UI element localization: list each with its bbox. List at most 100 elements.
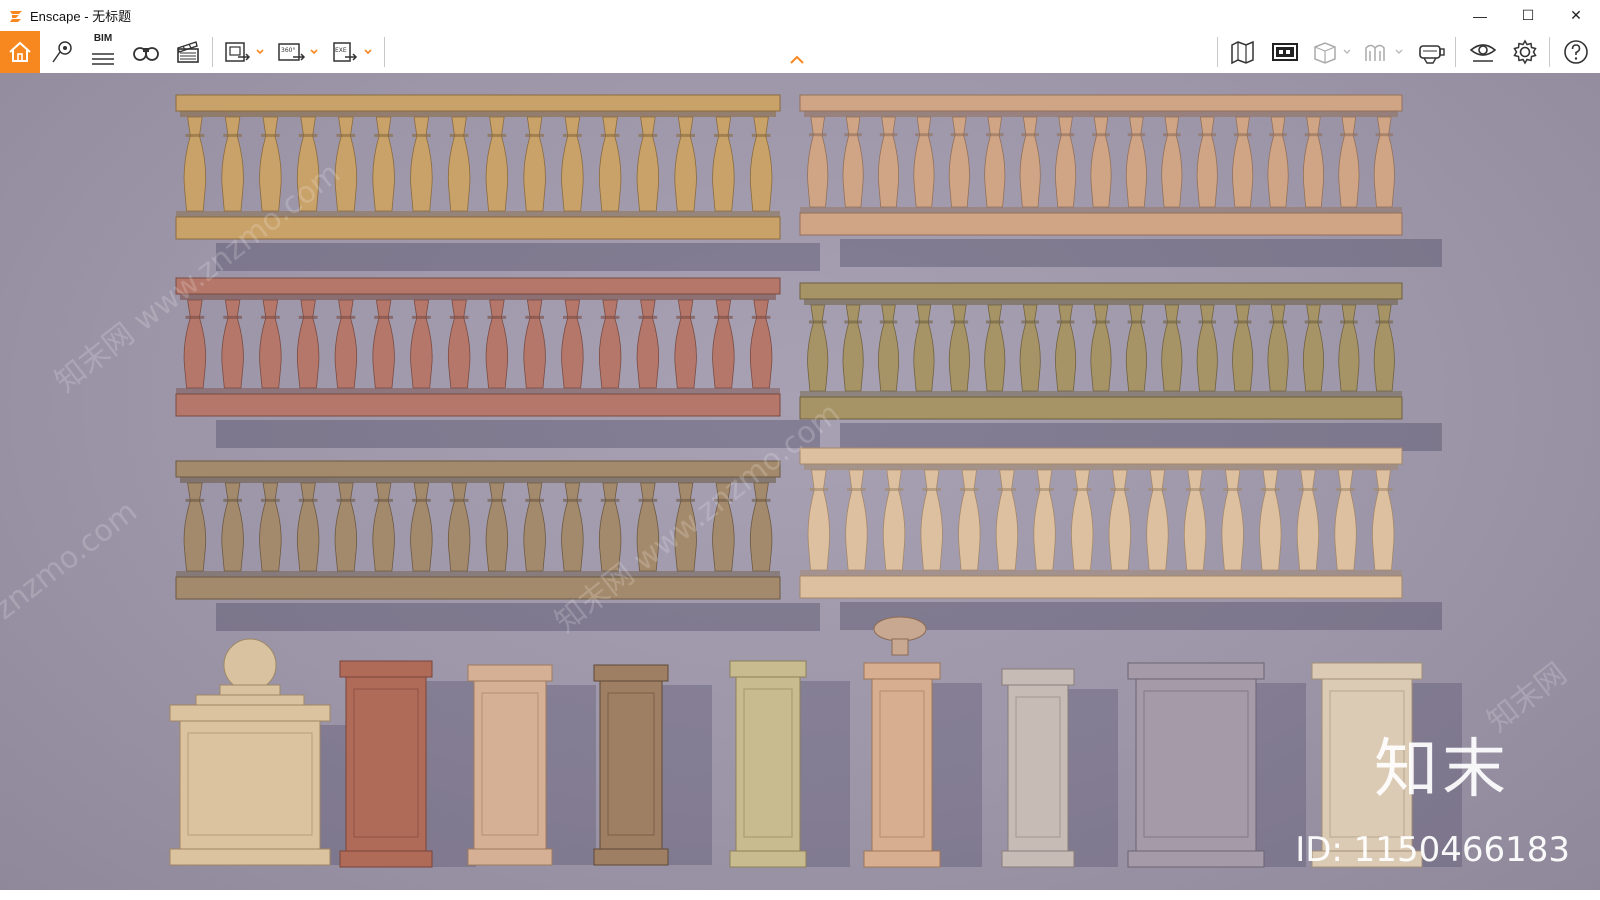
- video-button[interactable]: [170, 31, 206, 73]
- baluster: [878, 116, 900, 208]
- baluster: [1338, 304, 1360, 392]
- bim-button[interactable]: BIM: [86, 31, 120, 73]
- baluster: [749, 299, 773, 389]
- baluster: [523, 299, 546, 389]
- maximize-button[interactable]: ☐: [1504, 0, 1552, 31]
- baluster: [1161, 116, 1183, 208]
- baluster: [807, 116, 829, 208]
- visual-settings-icon: [1469, 44, 1497, 62]
- pillar-shaft: [871, 678, 933, 852]
- baluster-ring: [1185, 488, 1205, 491]
- baluster: [913, 116, 935, 208]
- baluster: [807, 469, 830, 571]
- baluster-ring: [714, 315, 733, 319]
- baluster-ring: [884, 488, 904, 491]
- asset-library-button[interactable]: [1362, 31, 1408, 73]
- baluster: [410, 299, 433, 389]
- vr-headset-button[interactable]: [1414, 31, 1448, 73]
- window-title: Enscape - 无标题: [30, 9, 132, 24]
- pillar-shaft: [179, 720, 321, 850]
- baluster-ring: [1092, 320, 1110, 324]
- baluster-ring: [847, 488, 866, 491]
- baluster-ring: [879, 320, 898, 324]
- baluster: [984, 116, 1006, 208]
- visual-settings-button[interactable]: [1466, 31, 1500, 73]
- binoculars-button[interactable]: [128, 31, 164, 73]
- baluster: [259, 482, 282, 572]
- baluster-ring: [844, 320, 862, 324]
- map-button[interactable]: [1226, 31, 1260, 73]
- baluster: [410, 482, 433, 572]
- baluster: [1259, 469, 1282, 571]
- railing-base: [799, 396, 1403, 420]
- baluster-ring: [751, 315, 771, 319]
- home-button[interactable]: [0, 31, 40, 73]
- baluster-ring: [563, 315, 582, 319]
- railing-handrail: [175, 94, 781, 112]
- baluster: [882, 469, 906, 571]
- baluster-ring: [449, 315, 469, 319]
- title-bar: Enscape - 无标题 — ☐ ✕: [0, 0, 1600, 31]
- cube-button[interactable]: [1310, 31, 1356, 73]
- baluster: [1338, 116, 1360, 208]
- baluster-ring: [1269, 320, 1287, 324]
- baluster-ring: [223, 133, 242, 137]
- baluster-ring: [1072, 488, 1092, 491]
- baluster-ring: [997, 488, 1017, 491]
- baluster: [1090, 116, 1112, 208]
- baluster-ring: [1261, 488, 1280, 491]
- baluster: [1196, 116, 1218, 208]
- screenshot-export-button[interactable]: [220, 31, 268, 73]
- baluster: [259, 299, 282, 389]
- baluster: [1146, 469, 1169, 571]
- baluster-ring: [809, 488, 829, 491]
- baluster: [221, 116, 244, 212]
- baluster-ring: [1223, 488, 1242, 491]
- baluster-ring: [298, 133, 318, 137]
- id-watermark: ID: 1150466183: [1295, 830, 1570, 870]
- baluster-ring: [412, 498, 431, 502]
- railing-handrail-molding: [804, 299, 1398, 305]
- settings-button[interactable]: [1508, 31, 1542, 73]
- baluster-ring: [1163, 320, 1181, 324]
- railing-base-molding: [800, 207, 1402, 213]
- pillar-base: [729, 850, 807, 868]
- baluster: [995, 469, 1019, 571]
- baluster-ring: [1373, 488, 1393, 491]
- video-editor-icon: [1272, 43, 1298, 61]
- baluster: [1161, 304, 1183, 392]
- bim-label: BIM: [93, 33, 113, 44]
- exe-export-button[interactable]: EXE: [328, 31, 376, 73]
- render-viewport[interactable]: 知末网 www.znzmo.com znzmo.com 知末网 www.znzm…: [0, 73, 1600, 900]
- baluster-ring: [374, 498, 393, 502]
- help-button[interactable]: [1558, 31, 1594, 73]
- railing-handrail: [799, 282, 1403, 300]
- pillar-cap: [339, 660, 433, 678]
- baluster: [1055, 304, 1077, 392]
- baluster-ring: [525, 315, 544, 319]
- baluster-ring: [563, 498, 582, 502]
- baluster: [842, 116, 864, 208]
- baluster: [712, 116, 735, 212]
- pillar-urn-stem: [891, 638, 909, 656]
- collapse-toolbar-arrow-icon[interactable]: [789, 54, 805, 66]
- baluster: [984, 304, 1006, 392]
- panorama-export-button[interactable]: 360°: [274, 31, 322, 73]
- baluster: [1019, 304, 1041, 392]
- pillar-step: [195, 694, 305, 706]
- baluster: [878, 304, 900, 392]
- baluster-ring: [751, 498, 771, 502]
- baluster: [447, 299, 471, 389]
- baluster-ring: [950, 320, 969, 324]
- video-editor-button[interactable]: [1268, 31, 1302, 73]
- railing-handrail-molding: [804, 111, 1398, 117]
- baluster-ring: [1056, 133, 1075, 137]
- close-button[interactable]: ✕: [1552, 0, 1600, 31]
- baluster: [1232, 116, 1254, 208]
- baluster: [674, 116, 697, 212]
- views-button[interactable]: [44, 31, 80, 73]
- pillar-shaft: [345, 676, 427, 852]
- baluster: [749, 116, 773, 212]
- baluster-ring: [808, 133, 827, 137]
- minimize-button[interactable]: —: [1456, 0, 1504, 31]
